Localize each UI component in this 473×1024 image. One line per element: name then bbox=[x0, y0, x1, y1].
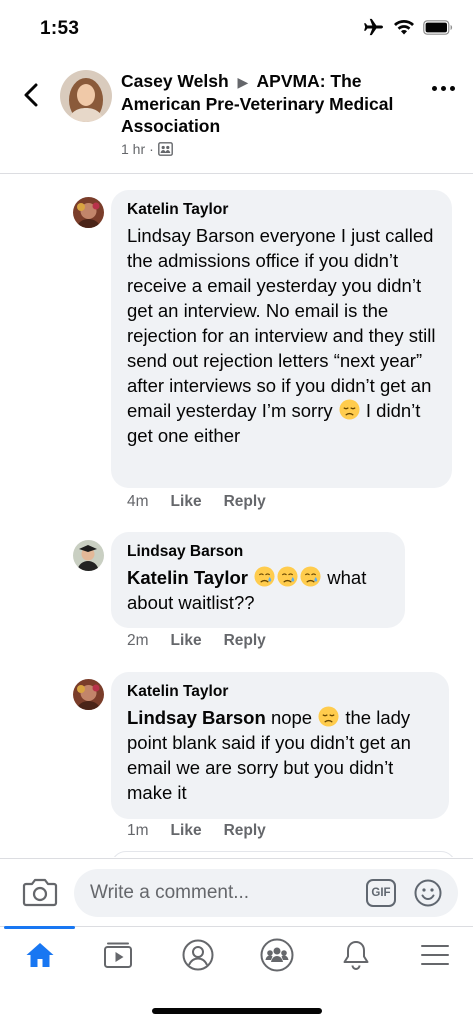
comment-time[interactable]: 1m bbox=[127, 822, 149, 840]
tab-profile[interactable] bbox=[158, 927, 237, 983]
reply-button[interactable]: Reply bbox=[224, 493, 266, 511]
disappointed-face-icon bbox=[318, 706, 339, 727]
camera-icon bbox=[22, 878, 58, 907]
comment-actions: 1m Like Reply bbox=[127, 822, 266, 840]
airplane-icon bbox=[364, 18, 383, 36]
author-name[interactable]: Casey Welsh bbox=[121, 71, 229, 91]
comments-list: Katelin Taylor Lindsay Barson everyone I… bbox=[0, 175, 473, 857]
status-bar: 1:53 bbox=[0, 0, 473, 56]
reply-button[interactable]: Reply bbox=[224, 822, 266, 840]
comment-actions: 4m Like Reply bbox=[127, 493, 266, 511]
comment-time[interactable]: 4m bbox=[127, 493, 149, 511]
home-indicator bbox=[152, 1008, 322, 1014]
author-avatar[interactable] bbox=[60, 70, 112, 122]
post-header-text: Casey Welsh ▶ APVMA: The American Pre-Ve… bbox=[121, 70, 411, 157]
status-icons bbox=[363, 18, 453, 36]
comment-text-main: Lindsay Barson everyone I just called th… bbox=[127, 225, 436, 421]
comment-input[interactable]: Write a comment... GIF bbox=[74, 869, 458, 917]
mention-link[interactable]: Lindsay Barson bbox=[127, 707, 266, 728]
commenter-name[interactable]: Katelin Taylor bbox=[127, 200, 436, 219]
commenter-name[interactable]: Lindsay Barson bbox=[127, 542, 389, 561]
post-meta: 1 hr · bbox=[121, 141, 411, 157]
more-dots-icon bbox=[432, 86, 437, 91]
separator-arrow-icon: ▶ bbox=[237, 74, 249, 90]
wifi-icon bbox=[394, 19, 414, 35]
tab-home[interactable] bbox=[0, 926, 79, 983]
comment-text: Lindsay Barson nope the lady point blank… bbox=[127, 705, 433, 805]
smiley-icon bbox=[414, 879, 442, 907]
post-title: Casey Welsh ▶ APVMA: The American Pre-Ve… bbox=[121, 70, 411, 137]
comment-bubble[interactable]: Lindsay Barson Katelin Taylor what about… bbox=[111, 532, 405, 628]
post-header: Casey Welsh ▶ APVMA: The American Pre-Ve… bbox=[0, 56, 473, 174]
profile-icon bbox=[182, 939, 213, 971]
comment-text-main: nope bbox=[270, 707, 313, 728]
crying-face-icon bbox=[300, 566, 321, 587]
group-audience-icon bbox=[157, 142, 173, 156]
home-icon bbox=[26, 943, 53, 967]
watch-icon bbox=[103, 942, 132, 968]
commenter-avatar[interactable] bbox=[73, 197, 104, 228]
like-button[interactable]: Like bbox=[171, 493, 202, 511]
crying-face-icon bbox=[254, 566, 275, 587]
commenter-avatar[interactable] bbox=[73, 679, 104, 710]
chevron-left-icon bbox=[24, 83, 38, 107]
disappointed-face-icon bbox=[339, 399, 360, 420]
back-button[interactable] bbox=[16, 80, 46, 110]
crying-face-icon bbox=[277, 566, 298, 587]
more-options-button[interactable] bbox=[432, 86, 455, 91]
tab-watch[interactable] bbox=[79, 927, 158, 983]
status-time: 1:53 bbox=[40, 18, 80, 39]
groups-icon bbox=[260, 938, 293, 972]
mention-link[interactable]: Katelin Taylor bbox=[127, 567, 248, 588]
comment-bubble-partial[interactable] bbox=[111, 851, 456, 857]
tab-menu[interactable] bbox=[395, 927, 473, 983]
comment-bubble[interactable]: Katelin Taylor Lindsay Barson nope the l… bbox=[111, 672, 449, 819]
gif-button[interactable]: GIF bbox=[366, 879, 396, 907]
bell-icon bbox=[343, 941, 368, 970]
tab-notifications[interactable] bbox=[316, 927, 395, 983]
commenter-name[interactable]: Katelin Taylor bbox=[127, 682, 433, 701]
post-time[interactable]: 1 hr bbox=[121, 141, 145, 157]
bottom-tab-bar bbox=[0, 926, 473, 1024]
like-button[interactable]: Like bbox=[171, 822, 202, 840]
camera-button[interactable] bbox=[22, 877, 58, 909]
reply-button[interactable]: Reply bbox=[224, 632, 266, 650]
comment-time[interactable]: 2m bbox=[127, 632, 149, 650]
comment-composer: Write a comment... GIF bbox=[0, 858, 473, 926]
like-button[interactable]: Like bbox=[171, 632, 202, 650]
menu-icon bbox=[420, 945, 449, 965]
comment-placeholder: Write a comment... bbox=[90, 882, 250, 903]
comment-text: Katelin Taylor what about waitlist?? bbox=[127, 565, 389, 615]
meta-dot: · bbox=[149, 141, 154, 157]
commenter-avatar[interactable] bbox=[73, 540, 104, 571]
comment-text: Lindsay Barson everyone I just called th… bbox=[127, 223, 436, 448]
comment-actions: 2m Like Reply bbox=[127, 632, 266, 650]
tab-groups[interactable] bbox=[237, 927, 316, 983]
comment-bubble[interactable]: Katelin Taylor Lindsay Barson everyone I… bbox=[111, 190, 452, 488]
battery-icon bbox=[423, 19, 453, 35]
emoji-button[interactable] bbox=[414, 879, 442, 907]
